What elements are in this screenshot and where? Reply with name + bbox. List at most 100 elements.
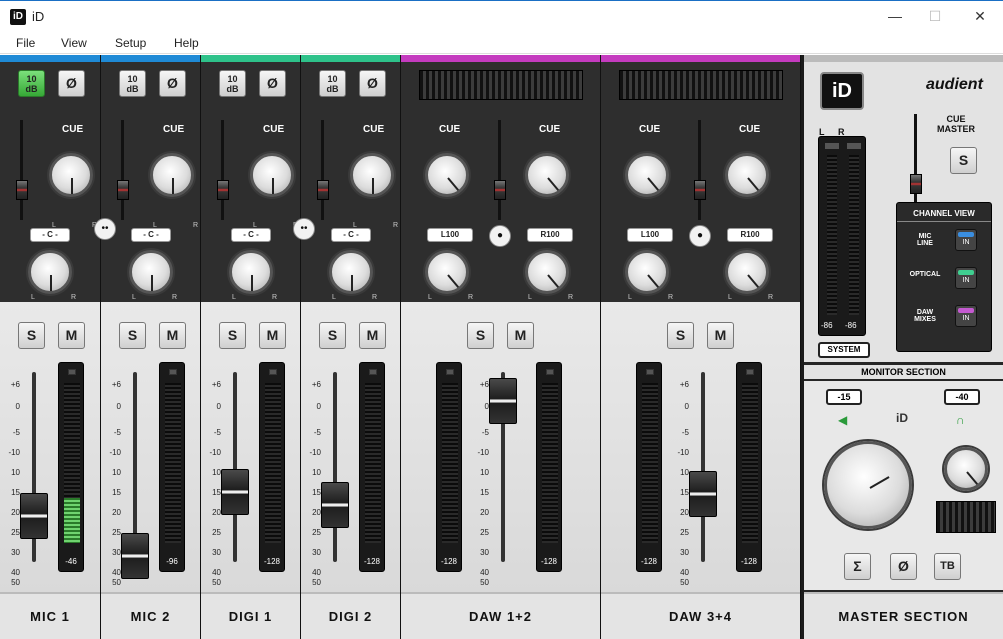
- cue-fader[interactable]: [694, 180, 706, 200]
- cue-master-solo-button[interactable]: S: [950, 147, 977, 174]
- menu-view[interactable]: View: [61, 36, 87, 50]
- cue-knob[interactable]: [49, 153, 93, 197]
- pad-10db-button[interactable]: 10 dB: [18, 70, 45, 97]
- phase-invert-button[interactable]: Ø: [159, 70, 186, 97]
- master-phase-button[interactable]: Ø: [890, 553, 917, 580]
- pan-knob[interactable]: [28, 250, 72, 294]
- pan-knob-right[interactable]: [725, 250, 769, 294]
- mute-button[interactable]: M: [58, 322, 85, 349]
- channel-fader[interactable]: [221, 468, 249, 515]
- pan-value: - C -: [30, 228, 70, 242]
- pan-value: - C -: [331, 228, 371, 242]
- cue-knob[interactable]: [250, 153, 294, 197]
- cue-knob-right[interactable]: [525, 153, 569, 197]
- view-button-3[interactable]: IN: [955, 305, 977, 327]
- pad-10db-button[interactable]: 10 dB: [219, 70, 246, 97]
- solo-button[interactable]: S: [667, 322, 694, 349]
- maximize-button[interactable]: ☐: [920, 5, 950, 27]
- meter-right-segments: [542, 383, 558, 543]
- cue-master-fader[interactable]: [910, 174, 922, 194]
- phones-volume-knob-indicator: [966, 471, 979, 485]
- channel-strip-3: 10 dBØCUELR- C -LRSM+60-5-10101520253040…: [201, 55, 301, 639]
- cue-fader[interactable]: [117, 180, 129, 200]
- view-button-2[interactable]: IN: [955, 267, 977, 289]
- close-button[interactable]: ✕: [965, 5, 995, 27]
- meter-right-segments: [742, 383, 758, 543]
- fader-scale-mark: 40: [480, 568, 489, 577]
- phase-invert-button[interactable]: Ø: [58, 70, 85, 97]
- channel-name: DIGI 1: [228, 609, 273, 624]
- mute-button[interactable]: M: [159, 322, 186, 349]
- pan-knob-right[interactable]: [525, 250, 569, 294]
- mute-button[interactable]: M: [259, 322, 286, 349]
- channel-fader[interactable]: [121, 533, 149, 580]
- pan-knob-left[interactable]: [625, 250, 669, 294]
- channel-fader[interactable]: [20, 493, 48, 540]
- cue-knob[interactable]: [150, 153, 194, 197]
- cue-label-left: CUE: [639, 124, 661, 135]
- pan-knob[interactable]: [229, 250, 273, 294]
- solo-button[interactable]: S: [119, 322, 146, 349]
- stereo-link-button[interactable]: ●: [489, 225, 511, 247]
- id-logo-button[interactable]: iD: [820, 72, 864, 110]
- minimize-button[interactable]: —: [880, 5, 910, 27]
- pan-knob[interactable]: [129, 250, 173, 294]
- solo-button[interactable]: S: [18, 322, 45, 349]
- solo-button[interactable]: S: [219, 322, 246, 349]
- pan-knob-right-indicator: [547, 274, 560, 288]
- fader-scale-mark: 50: [212, 578, 221, 587]
- fader-scale-mark: 25: [680, 528, 689, 537]
- channel-fader[interactable]: [489, 377, 517, 424]
- pan-right-label: R: [272, 294, 278, 301]
- mute-button[interactable]: M: [507, 322, 534, 349]
- cue-knob-left[interactable]: [625, 153, 669, 197]
- cue-knob-left[interactable]: [425, 153, 469, 197]
- cue-master-fader-track: [914, 114, 917, 214]
- channel-upper-panel: 10 dBØCUELR- C -LR: [301, 62, 400, 302]
- channel-name-bar: DIGI 2: [301, 592, 400, 639]
- channel-fader[interactable]: [689, 470, 717, 517]
- cue-fader[interactable]: [217, 180, 229, 200]
- sum-button[interactable]: Σ: [844, 553, 871, 580]
- cue-knob-right[interactable]: [725, 153, 769, 197]
- stereo-link-button-digi[interactable]: ••: [293, 218, 315, 240]
- pan-knob-indicator: [50, 275, 52, 291]
- master-section: iD audient L R -86 -86 SYSTEM CUE MASTER S CHANNE…: [804, 55, 1003, 639]
- pan-knob[interactable]: [329, 250, 373, 294]
- talkback-button[interactable]: TB: [934, 553, 961, 580]
- view-button-1[interactable]: IN: [955, 229, 977, 251]
- phase-invert-button[interactable]: Ø: [359, 70, 386, 97]
- cue-fader[interactable]: [494, 180, 506, 200]
- pan-knob-left-indicator: [647, 274, 660, 288]
- stereo-link-button[interactable]: ●: [689, 225, 711, 247]
- pan-knob-left[interactable]: [425, 250, 469, 294]
- menu-file[interactable]: File: [16, 36, 35, 50]
- channel-meter: -128: [359, 362, 385, 572]
- solo-button[interactable]: S: [319, 322, 346, 349]
- system-button[interactable]: SYSTEM: [818, 342, 870, 358]
- fader-scale-mark: +6: [10, 380, 20, 389]
- mute-button[interactable]: M: [707, 322, 734, 349]
- cue-knob[interactable]: [350, 153, 394, 197]
- solo-button[interactable]: S: [467, 322, 494, 349]
- fader-scale-mark: 20: [480, 508, 489, 517]
- fader-scale-mark: -10: [677, 448, 689, 457]
- channel-fader[interactable]: [321, 482, 349, 528]
- cue-knob-left-indicator: [447, 177, 460, 191]
- stereo-link-button-mic[interactable]: ••: [94, 218, 116, 240]
- phase-invert-button[interactable]: Ø: [259, 70, 286, 97]
- meter-right: -128: [736, 362, 762, 572]
- phones-volume-knob[interactable]: [944, 447, 988, 491]
- pad-10db-button[interactable]: 10 dB: [119, 70, 146, 97]
- monitor-volume-knob[interactable]: [824, 441, 912, 529]
- master-top-panel: iD audient L R -86 -86 SYSTEM CUE MASTER S CHANNE…: [804, 62, 1003, 362]
- channel-name: MIC 1: [30, 609, 70, 624]
- menu-setup[interactable]: Setup: [115, 36, 146, 50]
- mute-button[interactable]: M: [359, 322, 386, 349]
- meter-right-clip-led: [546, 369, 554, 375]
- menu-help[interactable]: Help: [174, 36, 199, 50]
- channel-lower-panel: SM+60-5-1010152025304050∞-46: [0, 302, 100, 599]
- pad-10db-button[interactable]: 10 dB: [319, 70, 346, 97]
- cue-fader[interactable]: [317, 180, 329, 200]
- cue-fader[interactable]: [16, 180, 28, 200]
